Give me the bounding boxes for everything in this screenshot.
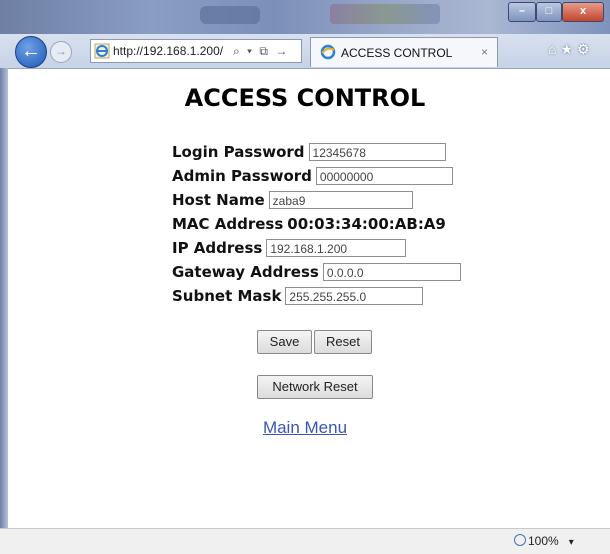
login-password-label: Login Password [172,143,305,161]
window-frame-left [0,68,8,530]
admin-password-label: Admin Password [172,167,312,185]
mac-address-row: MAC Address 00:03:34:00:AB:A9 [172,212,461,236]
login-password-row: Login Password 12345678 [172,140,461,164]
subnet-mask-label: Subnet Mask [172,287,282,305]
admin-password-input[interactable]: 00000000 [315,167,453,185]
network-reset-button[interactable]: Network Reset [257,375,373,399]
address-url: http://192.168.1.200/ [113,44,224,58]
host-name-row: Host Name zaba9 [172,188,461,212]
reset-button[interactable]: Reset [314,330,372,354]
tab-title: ACCESS CONTROL [341,46,453,60]
minimize-button[interactable]: – [508,2,536,22]
forward-button[interactable]: → [50,41,72,63]
ie-page-icon [94,43,110,59]
tab-access-control[interactable]: ACCESS CONTROL × [310,37,498,67]
host-name-input[interactable]: zaba9 [268,191,413,209]
page-title: ACCESS CONTROL [184,84,426,112]
titlebar-decoration [200,6,260,24]
mac-address-value: 00:03:34:00:AB:A9 [287,215,446,233]
admin-password-row: Admin Password 00000000 [172,164,461,188]
ip-address-input[interactable]: 192.168.1.200 [266,239,407,257]
main-menu-link[interactable]: Main Menu [0,418,610,438]
chevron-down-icon[interactable]: ▾ [569,537,574,548]
subnet-mask-input[interactable]: 255.255.255.0 [285,287,424,305]
zoom-icon [514,534,526,546]
host-name-label: Host Name [172,191,265,209]
ip-address-label: IP Address [172,239,263,257]
home-favorites-settings-icons[interactable]: ⌂★⚙ [548,41,594,58]
window-titlebar: – □ x [0,0,610,34]
save-button[interactable]: Save [257,330,312,354]
gateway-address-input[interactable]: 0.0.0.0 [322,263,461,281]
maximize-button[interactable]: □ [536,2,562,22]
browser-toolbar: ← → http://192.168.1.200/ ⌕ ▾ ⧉ → ACCESS… [0,34,610,69]
access-control-form: Login Password 12345678 Admin Password 0… [172,140,461,308]
status-bar: 100% ▾ [0,528,610,554]
gateway-address-row: Gateway Address 0.0.0.0 [172,260,461,284]
address-bar[interactable]: http://192.168.1.200/ ⌕ ▾ ⧉ → [90,39,302,63]
address-tools[interactable]: ⌕ ▾ ⧉ → [233,40,289,62]
zoom-control[interactable]: 100% ▾ [514,534,574,548]
mac-address-label: MAC Address [172,215,284,233]
ip-address-row: IP Address 192.168.1.200 [172,236,461,260]
login-password-input[interactable]: 12345678 [308,143,446,161]
ie-tab-icon [320,44,336,60]
close-window-button[interactable]: x [562,2,604,22]
close-tab-icon[interactable]: × [481,38,488,66]
gateway-address-label: Gateway Address [172,263,319,281]
subnet-mask-row: Subnet Mask 255.255.255.0 [172,284,461,308]
titlebar-decoration [330,4,440,24]
zoom-level: 100% [528,534,559,548]
back-button[interactable]: ← [15,36,47,68]
